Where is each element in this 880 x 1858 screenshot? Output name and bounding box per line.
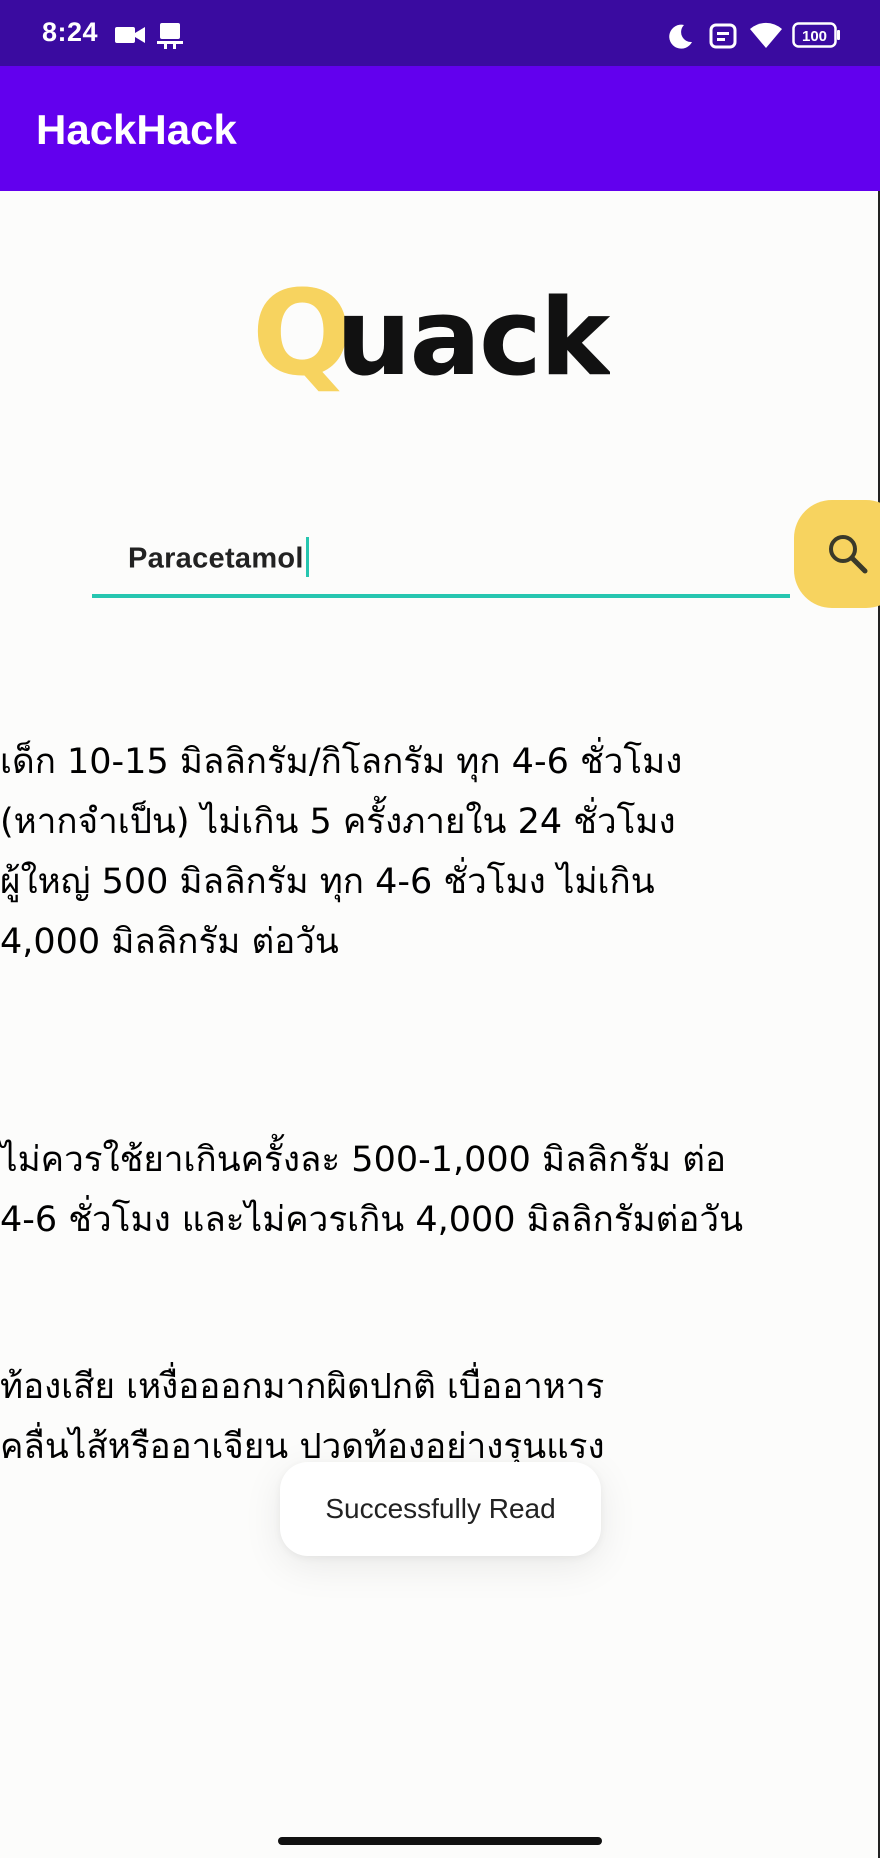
nfc-icon [709,23,737,53]
search-input-underline [92,594,790,598]
search-icon [829,535,868,574]
video-camera-icon [115,25,145,49]
moon-icon [666,22,694,54]
cast-icon [156,21,184,53]
search-input[interactable]: Paracetamol [92,520,790,598]
app-title: HackHack [36,106,237,153]
app-bar: HackHack [0,66,880,191]
battery-icon: 100 [792,22,842,52]
quack-logo: Q uack [250,264,615,408]
wifi-icon [749,21,783,53]
side-effects-text: ท้องเสีย เหงื่อออกมากผิดปกติ เบื่ออาหาร … [0,1367,605,1467]
battery-level: 100 [802,28,827,45]
toast-message: Successfully Read [280,1462,601,1556]
home-indicator[interactable] [278,1837,602,1845]
dosage-text: เด็ก 10-15 มิลลิกรัม/กิโลกรัม ทุก 4-6 ชั… [0,742,683,962]
logo-rest: uack [336,278,610,399]
search-input-value: Paracetamol [128,537,309,580]
status-time: 8:24 [42,17,99,47]
warning-text: ไม่ควรใช้ยาเกินครั้งละ 500-1,000 มิลลิกร… [0,1140,744,1240]
search-button[interactable] [794,500,880,608]
text-caret [305,537,309,577]
status-bar: 8:24 100 [0,0,880,66]
